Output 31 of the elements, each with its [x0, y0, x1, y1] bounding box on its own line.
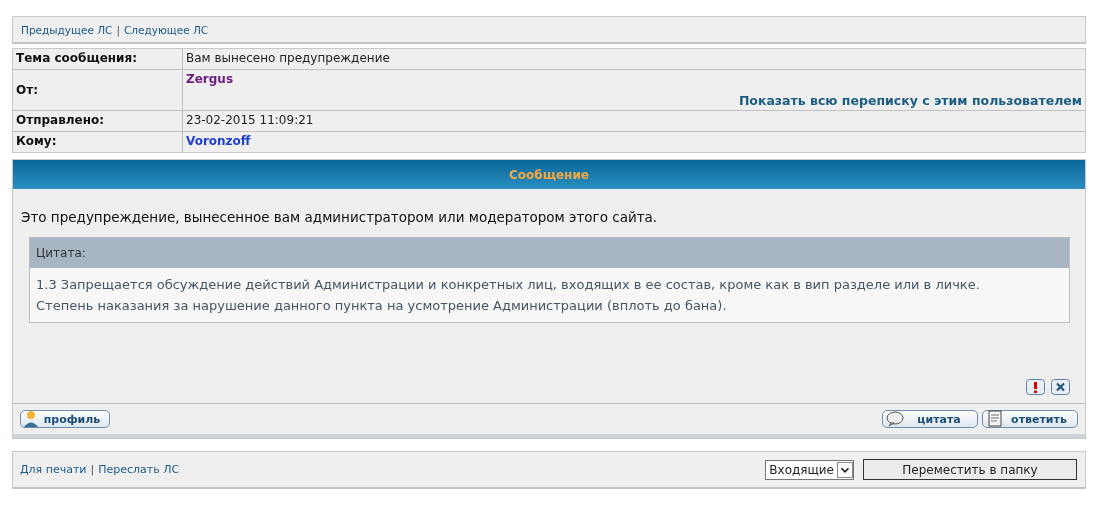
quote-line: 1.3 Запрещается обсуждение действий Администрации и конкретных лиц, входящих в ее состав, кроме как в вип разделе или в личке. — [36, 276, 981, 294]
quote-button[interactable]: цитата — [882, 410, 978, 428]
quote-title: Цитата: — [36, 246, 86, 260]
field-label: Кому: — [16, 134, 58, 148]
separator: | — [90, 463, 95, 476]
username-link[interactable]: Zergus — [186, 72, 1082, 86]
quote-line: Степень наказания за нарушение данного пункта на усмотрение Администрации (вплоть до бана). — [36, 297, 728, 315]
separator: | — [116, 23, 120, 36]
caret-icon[interactable] — [837, 461, 853, 478]
person-icon — [23, 410, 39, 428]
speech-bubble-icon — [885, 411, 905, 427]
field-value: 23-02-2015 11:09:21 — [186, 113, 315, 127]
field-label: Тема сообщения: — [16, 51, 138, 65]
nav-link[interactable]: Предыдущее ЛС — [21, 23, 113, 36]
reply-button[interactable]: ответить — [982, 410, 1078, 428]
close-icon[interactable] — [1051, 379, 1070, 395]
field-value: Вам вынесено предупреждение — [186, 51, 391, 65]
field-label: Отправлено: — [16, 113, 105, 127]
username-link[interactable]: Voronzoff — [186, 134, 1082, 148]
profile-button[interactable]: профиль — [20, 410, 110, 428]
folder-select[interactable]: Входящие — [765, 459, 854, 480]
move-button[interactable]: Переместить в папку — [863, 459, 1077, 480]
footer-link[interactable]: Для печати — [20, 463, 87, 476]
field-label: От: — [16, 83, 39, 97]
conversation-link[interactable]: Показать всю переписку с этим пользователем — [738, 93, 1082, 108]
document-icon — [985, 410, 1005, 428]
message-text: Это предупреждение, вынесенное вам администратором или модератором этого сайта. — [21, 209, 659, 225]
footer-link[interactable]: Переслать ЛС — [98, 463, 180, 476]
nav-link[interactable]: Следующее ЛС — [123, 23, 209, 36]
warning-icon[interactable] — [1026, 379, 1045, 395]
message-title: Сообщение — [509, 167, 589, 182]
